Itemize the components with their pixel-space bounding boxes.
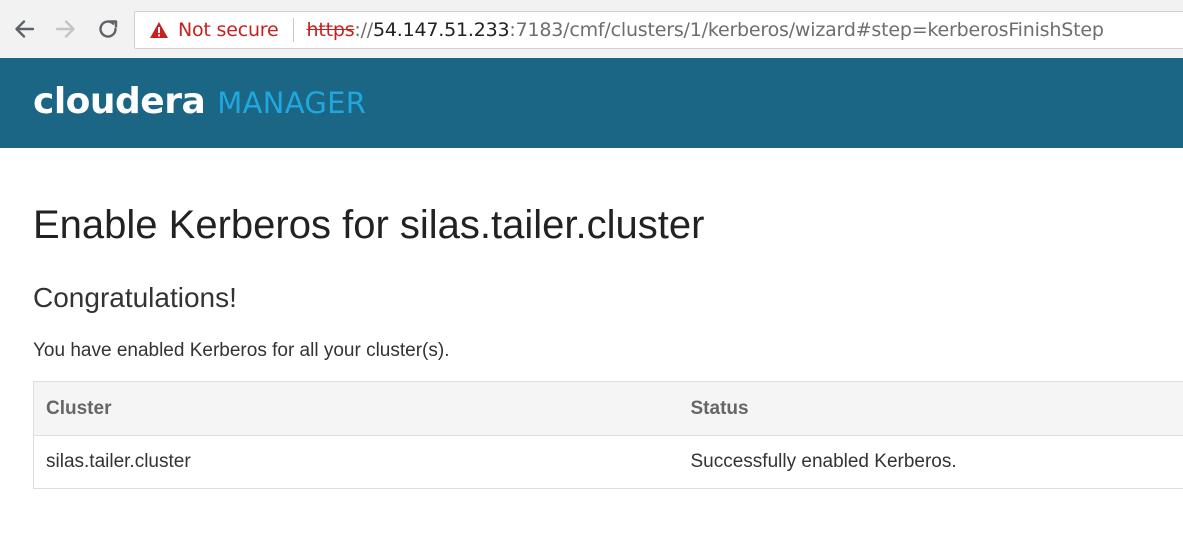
back-button[interactable] <box>9 14 39 44</box>
url-divider <box>292 18 294 42</box>
cluster-status-cell: Successfully enabled Kerberos. <box>678 435 1183 489</box>
logo-brand-text: cloudera <box>33 81 206 122</box>
congratulations-heading: Congratulations! <box>33 282 237 313</box>
app-header: cloudera MANAGER <box>0 58 1183 148</box>
url-host: 54.147.51.233 <box>373 19 510 41</box>
url-scheme: https <box>306 19 355 41</box>
column-header-cluster: Cluster <box>33 381 679 436</box>
address-bar[interactable]: Not secure https://54.147.51.233:7183/cm… <box>134 11 1183 49</box>
warning-triangle-icon <box>149 21 169 39</box>
column-header-status: Status <box>678 381 1183 436</box>
browser-toolbar: Not secure https://54.147.51.233:7183/cm… <box>0 0 1183 58</box>
table-row: silas.tailer.cluster Successfully enable… <box>33 435 1183 489</box>
table-header-row: Cluster Status <box>33 381 1183 436</box>
security-status-label[interactable]: Not secure <box>178 19 279 41</box>
reload-button[interactable] <box>93 14 123 44</box>
arrow-right-icon <box>55 18 77 40</box>
success-message: You have enabled Kerberos for all your c… <box>33 340 450 361</box>
url-scheme-separator: :// <box>354 19 374 41</box>
cloudera-manager-logo[interactable]: cloudera MANAGER <box>33 81 366 122</box>
cluster-status-table: Cluster Status silas.tailer.cluster Succ… <box>33 381 1183 489</box>
url-text[interactable]: https://54.147.51.233:7183/cmf/clusters/… <box>307 19 1104 41</box>
cluster-name-cell: silas.tailer.cluster <box>33 435 679 489</box>
forward-button[interactable] <box>51 14 81 44</box>
page-title: Enable Kerberos for silas.tailer.cluster <box>33 203 705 247</box>
logo-product-text: MANAGER <box>217 86 367 120</box>
reload-icon <box>97 18 119 40</box>
arrow-left-icon <box>13 18 35 40</box>
url-path: :7183/cmf/clusters/1/kerberos/wizard#ste… <box>509 19 1104 41</box>
